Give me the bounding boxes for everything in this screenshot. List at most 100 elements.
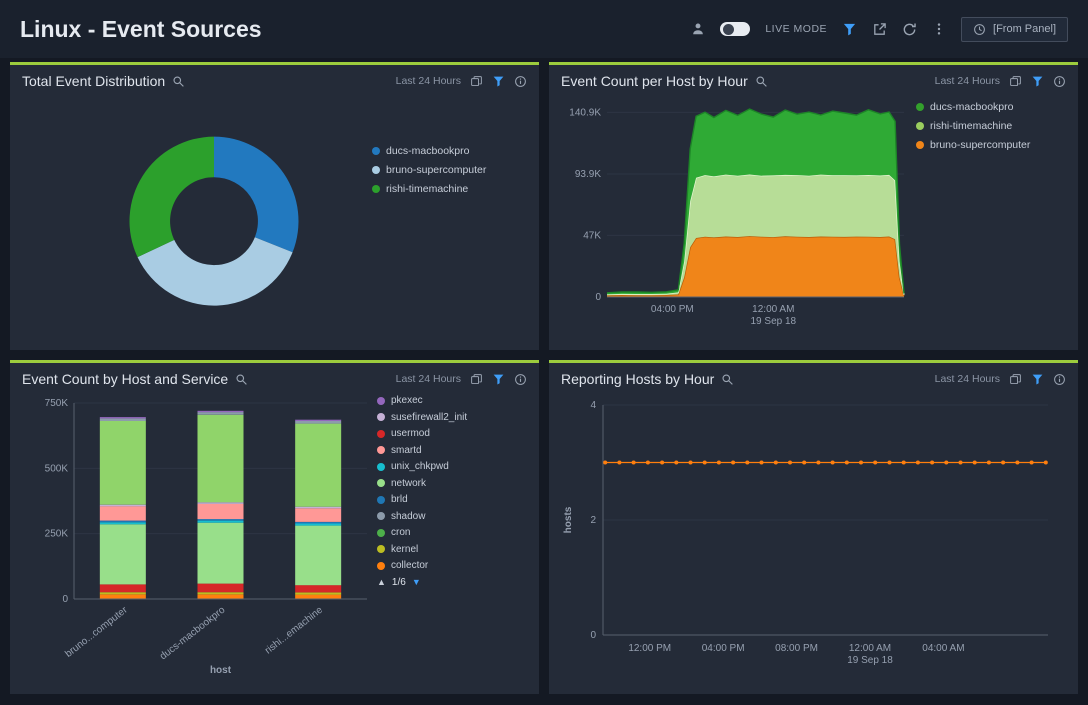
zoom-icon[interactable] (172, 75, 185, 88)
legend-item[interactable]: bruno-supercomputer (372, 164, 520, 176)
time-range-label: Last 24 Hours (396, 373, 461, 385)
legend-label: shadow (391, 511, 425, 522)
svg-text:140.9K: 140.9K (569, 107, 601, 118)
panel-queries-icon[interactable] (1009, 373, 1022, 386)
legend-item[interactable]: susefirewall2_init (377, 412, 525, 423)
legend-prev-icon[interactable]: ▲ (377, 577, 386, 587)
svg-text:08:00 PM: 08:00 PM (775, 643, 818, 654)
legend-label: ducs-macbookpro (930, 101, 1013, 113)
legend-label: network (391, 478, 426, 489)
legend-label: usermod (391, 428, 430, 439)
legend-color-dot (372, 185, 380, 193)
live-mode-toggle[interactable] (720, 22, 750, 36)
dashboard-grid: Total Event Distribution Last 24 Hours d… (0, 58, 1088, 704)
legend-color-dot (377, 479, 385, 487)
panel-filter-icon[interactable] (492, 75, 505, 88)
filter-icon[interactable] (842, 22, 857, 37)
panel-info-icon[interactable] (514, 373, 527, 386)
legend-item[interactable]: cron (377, 527, 525, 538)
legend-label: kernel (391, 544, 418, 555)
panel-reporting-hosts-by-hour: Reporting Hosts by Hour Last 24 Hours 0 2… (549, 360, 1078, 694)
time-range-label: [From Panel] (993, 23, 1056, 35)
legend-next-icon[interactable]: ▼ (412, 577, 421, 587)
svg-text:12:00 AM: 12:00 AM (752, 304, 794, 315)
svg-text:2: 2 (590, 515, 596, 526)
refresh-icon[interactable] (902, 22, 917, 37)
stacked-bar-chart[interactable]: 0250K500K750Kbruno...computerducs-macboo… (18, 393, 373, 681)
more-menu-icon[interactable] (932, 22, 946, 36)
legend-item[interactable]: ducs-macbookpro (372, 145, 520, 157)
legend-color-dot (916, 103, 924, 111)
svg-text:750K: 750K (45, 398, 69, 409)
legend-item[interactable]: unix_chkpwd (377, 461, 525, 472)
zoom-icon[interactable] (235, 373, 248, 386)
clock-icon (973, 23, 986, 36)
panel-event-count-per-host: Event Count per Host by Hour Last 24 Hou… (549, 62, 1078, 350)
legend-label: cron (391, 527, 410, 538)
legend-item[interactable]: smartd (377, 445, 525, 456)
legend-item[interactable]: network (377, 478, 525, 489)
legend-color-dot (377, 562, 385, 570)
legend-color-dot (377, 397, 385, 405)
svg-text:19 Sep 18: 19 Sep 18 (847, 655, 893, 666)
legend-pager: ▲ 1/6 ▼ (377, 577, 525, 588)
legend-item[interactable]: pkexec (377, 395, 525, 406)
svg-text:0: 0 (62, 594, 68, 605)
panel-info-icon[interactable] (1053, 373, 1066, 386)
user-icon[interactable] (691, 22, 705, 36)
zoom-icon[interactable] (721, 373, 734, 386)
legend-color-dot (377, 463, 385, 471)
chart-legend: ducs-macbookpro rishi-timemachine bruno-su… (912, 95, 1064, 344)
legend-item[interactable]: ducs-macbookpro (916, 101, 1064, 113)
svg-text:250K: 250K (45, 529, 69, 540)
legend-item[interactable]: rishi-timemachine (372, 183, 520, 195)
panel-title: Total Event Distribution (22, 73, 165, 89)
svg-text:rishi...emachine: rishi...emachine (263, 604, 325, 656)
zoom-icon[interactable] (755, 75, 768, 88)
legend-color-dot (916, 141, 924, 149)
legend-item[interactable]: rishi-timemachine (916, 120, 1064, 132)
panel-info-icon[interactable] (1053, 75, 1066, 88)
legend-item[interactable]: usermod (377, 428, 525, 439)
panel-queries-icon[interactable] (470, 373, 483, 386)
svg-text:ducs-macbookpro: ducs-macbookpro (158, 604, 228, 662)
panel-total-event-distribution: Total Event Distribution Last 24 Hours d… (10, 62, 539, 350)
panel-title: Reporting Hosts by Hour (561, 371, 714, 387)
panel-title: Event Count by Host and Service (22, 371, 228, 387)
legend-color-dot (377, 413, 385, 421)
panel-info-icon[interactable] (514, 75, 527, 88)
legend-page-indicator: 1/6 (392, 577, 406, 588)
legend-label: smartd (391, 445, 422, 456)
time-range-button[interactable]: [From Panel] (961, 17, 1068, 42)
panel-filter-icon[interactable] (492, 373, 505, 386)
topbar: Linux - Event Sources LIVE MODE [From Pa… (0, 0, 1088, 58)
legend-color-dot (377, 496, 385, 504)
legend-label: susefirewall2_init (391, 412, 467, 423)
live-mode-label: LIVE MODE (765, 23, 827, 35)
legend-item[interactable]: shadow (377, 511, 525, 522)
svg-text:hosts: hosts (563, 506, 574, 533)
legend-color-dot (372, 166, 380, 174)
line-chart[interactable]: 024hosts12:00 PM04:00 PM08:00 PM12:00 AM… (557, 393, 1062, 683)
panel-filter-icon[interactable] (1031, 373, 1044, 386)
panel-filter-icon[interactable] (1031, 75, 1044, 88)
legend-label: bruno-supercomputer (930, 139, 1030, 151)
legend-label: rishi-timemachine (930, 120, 1012, 132)
legend-item[interactable]: collector (377, 560, 525, 571)
stacked-area-chart[interactable]: 047K93.9K140.9K04:00 PM12:00 AM19 Sep 18 (557, 95, 912, 333)
legend-item[interactable]: bruno-supercomputer (916, 139, 1064, 151)
panel-queries-icon[interactable] (470, 75, 483, 88)
legend-item[interactable]: kernel (377, 544, 525, 555)
legend-label: ducs-macbookpro (386, 145, 469, 157)
time-range-label: Last 24 Hours (935, 75, 1000, 87)
chart-legend: pkexec susefirewall2_initusermod smartd uni… (373, 393, 525, 688)
share-icon[interactable] (872, 22, 887, 37)
svg-text:47K: 47K (583, 230, 601, 241)
time-range-label: Last 24 Hours (935, 373, 1000, 385)
donut-chart[interactable] (18, 95, 368, 333)
svg-text:93.9K: 93.9K (575, 169, 601, 180)
panel-queries-icon[interactable] (1009, 75, 1022, 88)
svg-text:bruno...computer: bruno...computer (63, 604, 130, 660)
svg-text:0: 0 (590, 630, 596, 641)
legend-item[interactable]: brld (377, 494, 525, 505)
